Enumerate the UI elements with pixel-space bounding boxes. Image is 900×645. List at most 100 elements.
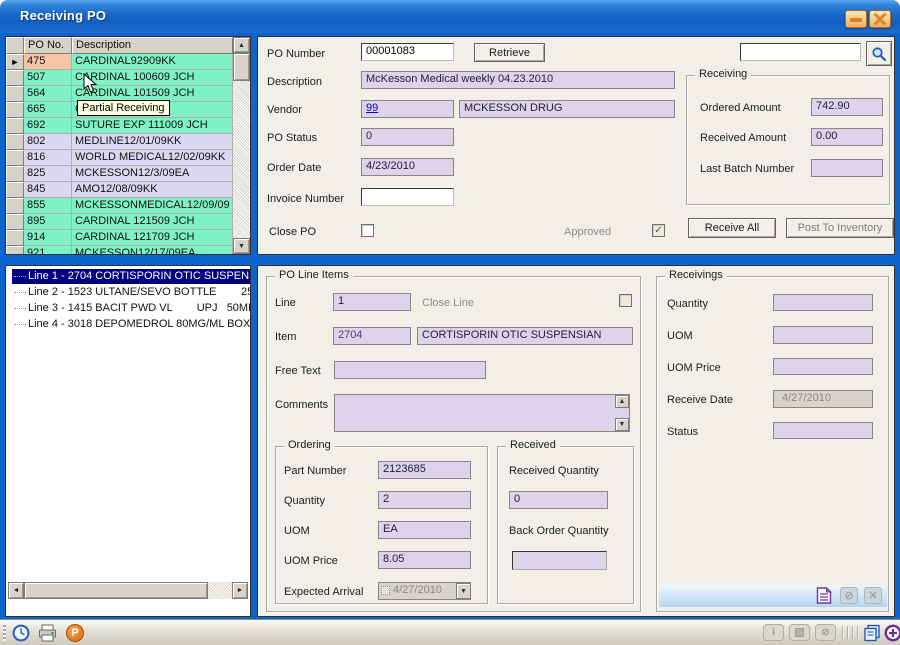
po-status-field[interactable]: 0 [361,128,454,146]
close-button[interactable] [869,10,891,28]
expected-arrival-checkbox[interactable] [381,586,390,595]
order-date-field[interactable]: 4/23/2010 [361,158,454,176]
invoice-number-input[interactable] [361,188,454,206]
comments-field[interactable] [334,394,630,432]
vendor-code-link[interactable]: 99 [366,102,378,114]
scroll-left-button[interactable]: ◄ [8,582,24,599]
vendor-code-field[interactable]: 99 [361,100,454,118]
row-selector[interactable] [6,134,24,150]
row-selector[interactable] [6,166,24,182]
receiving-groupbox: Receiving Ordered Amount 742.90 Received… [686,75,890,205]
row-selector[interactable] [6,246,24,255]
table-row[interactable]: 895 CARDINAL 121509 JCH [6,214,233,230]
cancel-icon: ⊘ [821,627,829,638]
comments-scroll-down-button[interactable]: ▼ [615,418,629,431]
table-row[interactable]: 802 MEDLINE12/01/09KK [6,134,233,150]
tree-item-line-3[interactable]: Line 3 - 1415 BACIT PWD VL UPJ 50ML [12,301,251,316]
ordering-title: Ordering [284,439,335,451]
copy-pages-icon[interactable] [863,624,881,642]
search-input[interactable] [740,43,861,61]
table-row[interactable]: 855 MCKESSONMEDICAL12/09/09 [6,198,233,214]
back-order-quantity-field[interactable] [512,551,607,570]
add-record-icon[interactable] [884,624,900,642]
post-to-inventory-button[interactable]: Post To Inventory [786,218,894,238]
item-label: Item [275,331,296,343]
receivings-quantity-label: Quantity [667,298,708,310]
received-quantity-field[interactable]: 0 [509,491,608,509]
receivings-quantity-field[interactable] [773,294,873,311]
approved-checkbox[interactable]: ✓ [652,224,665,237]
uom-field[interactable]: EA [378,521,471,539]
close-line-checkbox[interactable] [619,294,632,307]
row-selector[interactable] [6,150,24,166]
title-bar[interactable]: Receiving PO [0,0,900,33]
row-selector[interactable] [6,214,24,230]
grid-header-po[interactable]: PO No. [24,37,72,54]
tree-item-line-1[interactable]: Line 1 - 2704 CORTISPORIN OTIC SUSPENSIA… [12,269,251,284]
down-arrow-icon: ▼ [238,243,245,250]
comments-scroll-up-button[interactable]: ▲ [615,395,629,408]
receivings-status-field[interactable] [773,422,873,439]
p-app-icon[interactable]: P [66,624,84,642]
row-selector[interactable] [6,70,24,86]
scroll-up-button[interactable]: ▲ [233,37,250,53]
table-row[interactable]: 825 MCKESSON12/3/09EA [6,166,233,182]
free-text-field[interactable] [334,361,486,379]
scrollbar-thumb[interactable] [24,582,208,599]
vendor-name-field[interactable]: MCKESSON DRUG [459,100,675,118]
info-button[interactable]: i [763,624,784,641]
table-row[interactable]: ► 475 CARDINAL92909KK [6,54,233,70]
save-button[interactable] [789,624,810,641]
cancel-record-icon[interactable]: ⊘ [840,587,858,604]
row-selector[interactable] [6,86,24,102]
clock-icon[interactable] [12,624,30,642]
receivings-uom-label: UOM [667,330,693,342]
tree-horizontal-scrollbar[interactable]: ◄ ► [8,582,248,599]
retrieve-button[interactable]: Retrieve [474,43,545,62]
minimize-button[interactable] [845,10,867,28]
tree-item-line-2[interactable]: Line 2 - 1523 ULTANE/SEVO BOTTLE 250 [12,285,251,300]
description-field[interactable]: McKesson Medical weekly 04.23.2010 [361,71,675,89]
expected-arrival-dropdown-button[interactable]: ▼ [456,583,471,599]
row-selector[interactable] [6,230,24,246]
new-record-icon[interactable] [815,587,833,604]
delete-record-icon[interactable]: ✕ [864,587,882,604]
row-selector[interactable] [6,198,24,214]
line-field[interactable]: 1 [333,293,411,311]
receive-date-datepicker[interactable]: 4/27/2010 [773,390,873,408]
tree-item-line-4[interactable]: Line 4 - 3018 DEPOMEDROL 80MG/ML BOX [12,317,250,332]
grid-vertical-scrollbar[interactable]: ▲ ▼ [233,37,250,254]
last-batch-number-field[interactable] [811,159,883,177]
po-number-input[interactable]: 00001083 [361,43,454,61]
ordered-amount-field[interactable]: 742.90 [811,98,883,116]
row-selector[interactable] [6,182,24,198]
scroll-right-button[interactable]: ► [232,582,248,599]
cancel-button[interactable]: ⊘ [815,624,836,641]
close-po-checkbox[interactable] [361,224,374,237]
scrollbar-track[interactable] [233,81,250,238]
scrollbar-track[interactable] [208,582,232,599]
receivings-uom-price-field[interactable] [773,358,873,375]
received-amount-field[interactable]: 0.00 [811,128,883,146]
item-description-field[interactable]: CORTISPORIN OTIC SUSPENSIAN [417,327,633,345]
item-code-field[interactable]: 2704 [333,327,411,345]
row-selector[interactable]: ► [6,54,24,70]
scroll-down-button[interactable]: ▼ [233,238,250,254]
quantity-field[interactable]: 2 [378,491,471,509]
table-row[interactable]: 507 CARDINAL 100609 JCH [6,70,233,86]
receive-all-button[interactable]: Receive All [688,218,776,238]
scrollbar-thumb[interactable] [233,53,250,81]
table-row[interactable]: 692 SUTURE EXP 111009 JCH [6,118,233,134]
row-selector[interactable] [6,118,24,134]
receivings-uom-combo[interactable] [773,326,873,344]
table-row[interactable]: 845 AMO12/08/09KK [6,182,233,198]
table-row[interactable]: 816 WORLD MEDICAL12/02/09KK [6,150,233,166]
grid-header-description[interactable]: Description [72,37,233,54]
part-number-field[interactable]: 2123685 [378,461,471,479]
row-selector[interactable] [6,102,24,118]
search-button[interactable] [866,41,892,66]
table-row[interactable]: 921 MCKESSON12/17/09EA [6,246,233,255]
print-icon[interactable] [38,624,57,642]
table-row[interactable]: 914 CARDINAL 121709 JCH [6,230,233,246]
uom-price-field[interactable]: 8.05 [378,551,471,569]
